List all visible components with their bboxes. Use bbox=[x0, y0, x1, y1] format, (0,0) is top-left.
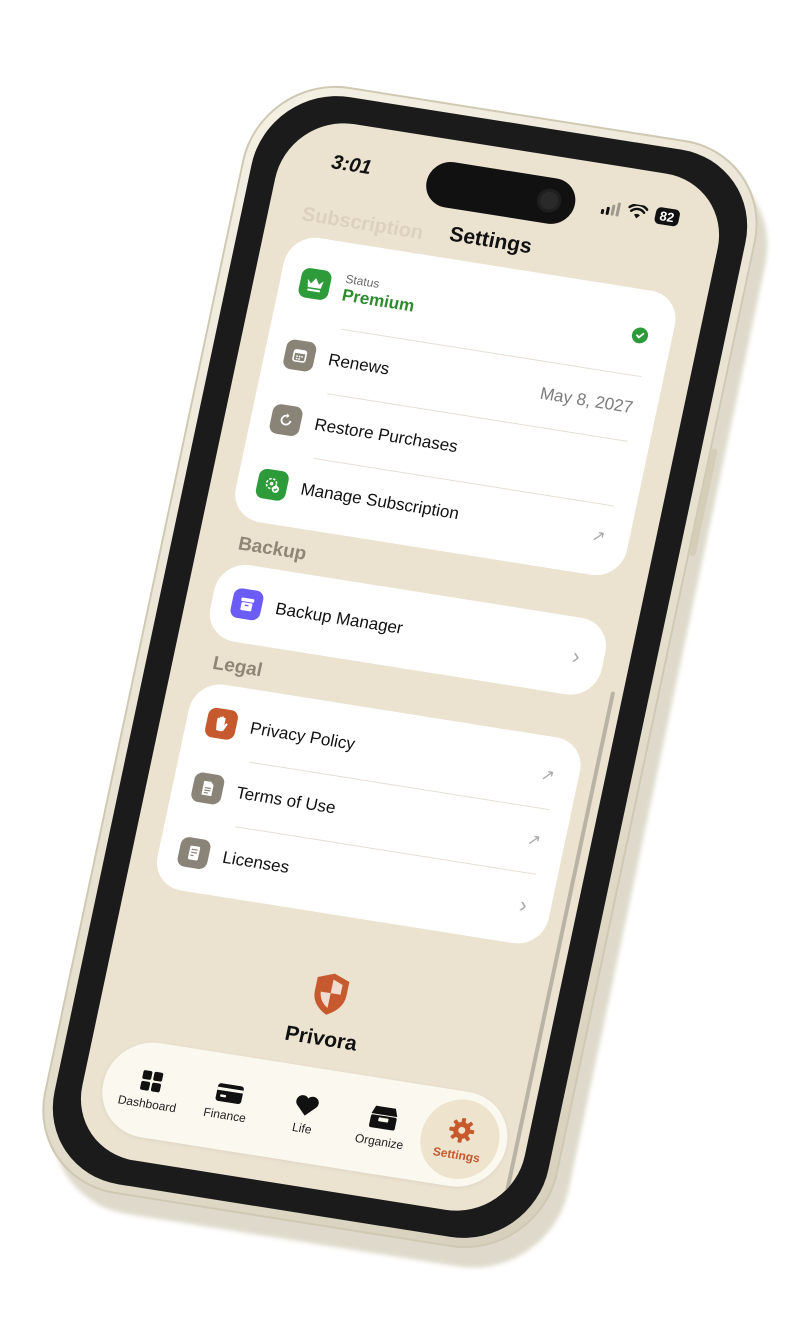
archive-box-icon bbox=[228, 587, 265, 622]
tab-finance[interactable]: Finance bbox=[180, 1057, 274, 1148]
grid-icon bbox=[140, 1070, 164, 1093]
restore-icon bbox=[268, 403, 304, 438]
settings-content: Status Premium Renews May 8, 2027 Restor… bbox=[148, 233, 682, 961]
camera-icon bbox=[534, 186, 564, 215]
gear-icon bbox=[449, 1117, 475, 1143]
cellular-signal-icon bbox=[600, 200, 621, 217]
box-icon bbox=[369, 1105, 398, 1131]
scroll-document-icon bbox=[176, 836, 212, 871]
phone-body: 3:01 82 Subscription Settings Status Pre… bbox=[25, 72, 775, 1262]
card-icon bbox=[215, 1083, 244, 1104]
renews-date: May 8, 2027 bbox=[538, 383, 635, 418]
status-time: 3:01 bbox=[329, 151, 374, 180]
heart-icon bbox=[296, 1095, 319, 1116]
tab-label: Settings bbox=[431, 1144, 482, 1166]
tab-label: Dashboard bbox=[116, 1092, 178, 1116]
subscription-card: Status Premium Renews May 8, 2027 Restor… bbox=[229, 233, 682, 580]
external-link-icon: ↗ bbox=[539, 766, 557, 786]
hand-stop-icon bbox=[203, 706, 240, 741]
external-link-icon: ↗ bbox=[525, 831, 543, 850]
calendar-icon bbox=[281, 338, 318, 373]
phone-bezel: 3:01 82 Subscription Settings Status Pre… bbox=[37, 84, 763, 1250]
battery-indicator: 82 bbox=[653, 206, 681, 227]
tab-label: Finance bbox=[202, 1104, 248, 1126]
crown-icon bbox=[297, 266, 333, 302]
checkmark-icon bbox=[630, 326, 650, 345]
manage-subscription-icon bbox=[254, 467, 291, 502]
wifi-icon bbox=[627, 203, 648, 219]
tab-label: Life bbox=[290, 1119, 313, 1137]
external-link-icon: ↗ bbox=[590, 527, 607, 547]
tab-label: Organize bbox=[353, 1130, 405, 1153]
phone-device: 3:01 82 Subscription Settings Status Pre… bbox=[25, 72, 785, 1281]
tab-settings[interactable]: Settings bbox=[412, 1093, 507, 1185]
dynamic-island bbox=[421, 158, 580, 228]
renews-label: Renews bbox=[326, 350, 392, 379]
backup-manager-label: Backup Manager bbox=[273, 599, 405, 638]
screen: 3:01 82 Subscription Settings Status Pre… bbox=[68, 113, 732, 1221]
tab-organize[interactable]: Organize bbox=[335, 1082, 429, 1173]
status-icons: 82 bbox=[600, 198, 681, 227]
document-icon bbox=[189, 771, 226, 806]
shield-logo-icon bbox=[314, 973, 350, 1015]
tab-life[interactable]: Life bbox=[258, 1069, 352, 1160]
tab-dashboard[interactable]: Dashboard bbox=[103, 1045, 197, 1136]
